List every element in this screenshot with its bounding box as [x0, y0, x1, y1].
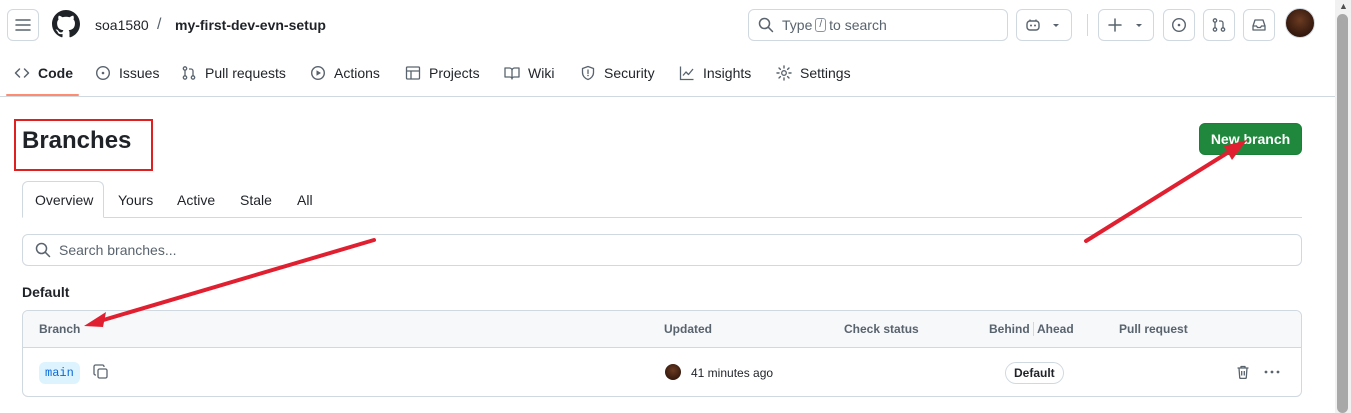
code-icon: [14, 68, 30, 78]
issues-button[interactable]: [1163, 9, 1195, 41]
pull-request-icon: [1212, 18, 1226, 32]
branch-name-link[interactable]: main: [39, 362, 80, 384]
annotation-highlight-box: [14, 119, 153, 171]
breadcrumb-separator: /: [157, 16, 162, 33]
tab-code[interactable]: Code: [14, 62, 73, 84]
search-prefix: Type: [782, 17, 813, 33]
updated-time: 41 minutes ago: [691, 366, 774, 380]
column-check-status: Check status: [844, 322, 919, 336]
branch-search-input[interactable]: Search branches...: [22, 234, 1302, 266]
trash-icon[interactable]: [1235, 364, 1251, 380]
breadcrumb-repo[interactable]: my-first-dev-evn-setup: [175, 16, 326, 34]
search-suffix: to search: [829, 17, 887, 33]
chevron-down-icon: [1053, 24, 1059, 27]
new-branch-button[interactable]: New branch: [1199, 123, 1302, 155]
play-icon: [310, 65, 326, 81]
column-pull-request: Pull request: [1119, 322, 1188, 336]
issue-icon: [1171, 17, 1187, 33]
issue-icon: [95, 65, 111, 81]
pull-requests-button[interactable]: [1203, 9, 1235, 41]
github-logo-icon[interactable]: [52, 10, 80, 38]
header-divider: [1087, 14, 1088, 36]
tab-label: Pull requests: [205, 65, 286, 81]
author-avatar[interactable]: [665, 364, 681, 380]
behind-ahead-separator: [1033, 322, 1034, 336]
graph-icon: [679, 66, 694, 81]
tab-issues[interactable]: Issues: [95, 62, 159, 84]
branch-search-placeholder: Search branches...: [59, 242, 177, 258]
tab-label: Security: [604, 65, 655, 81]
tab-label: Wiki: [528, 65, 555, 81]
copilot-button[interactable]: [1016, 9, 1072, 41]
annotation-arrow-to-new-branch: [1084, 140, 1247, 243]
subtab-active[interactable]: Active: [165, 181, 227, 218]
tab-label: Code: [38, 65, 73, 81]
breadcrumb-owner[interactable]: soa1580: [95, 16, 149, 34]
search-icon: [35, 242, 51, 258]
shield-icon: [581, 65, 595, 81]
inbox-button[interactable]: [1243, 9, 1275, 41]
scrollbar-thumb[interactable]: [1337, 14, 1348, 413]
tab-settings[interactable]: Settings: [776, 62, 851, 84]
column-ahead: Ahead: [1037, 322, 1074, 336]
gear-icon: [776, 65, 792, 81]
kebab-horizontal-icon[interactable]: [1263, 364, 1281, 380]
branches-table: Branch Updated Check status Behind Ahead…: [22, 310, 1302, 397]
inbox-icon: [1252, 19, 1266, 31]
tab-label: Actions: [334, 65, 380, 81]
tab-pull-requests[interactable]: Pull requests: [181, 62, 286, 84]
pull-request-icon: [182, 66, 196, 80]
table-header: Branch Updated Check status Behind Ahead…: [23, 311, 1301, 348]
tab-projects[interactable]: Projects: [405, 62, 480, 84]
column-behind: Behind: [989, 322, 1030, 336]
slash-key-hint: /: [815, 18, 827, 32]
copilot-icon: [1026, 19, 1040, 31]
column-updated: Updated: [664, 322, 712, 336]
hamburger-icon: [15, 19, 31, 31]
subtab-all[interactable]: All: [285, 181, 325, 218]
tab-actions[interactable]: Actions: [310, 62, 380, 84]
table-icon: [405, 66, 421, 80]
chevron-down-icon: [1136, 24, 1142, 27]
default-badge: Default: [1005, 362, 1064, 384]
tab-insights[interactable]: Insights: [679, 62, 751, 84]
tab-wiki[interactable]: Wiki: [504, 62, 554, 84]
subtab-overview[interactable]: Overview: [22, 181, 104, 218]
active-tab-indicator: [6, 94, 79, 96]
tab-security[interactable]: Security: [580, 62, 655, 84]
book-icon: [504, 67, 520, 80]
subtab-yours[interactable]: Yours: [106, 181, 165, 218]
column-branch: Branch: [39, 322, 81, 336]
tab-label: Projects: [429, 65, 480, 81]
tab-label: Issues: [119, 65, 160, 81]
user-avatar[interactable]: [1285, 8, 1315, 38]
plus-icon: [1108, 18, 1122, 32]
section-heading-default: Default: [22, 284, 70, 300]
copy-icon[interactable]: [93, 364, 109, 380]
global-search-input[interactable]: Type / to search: [748, 9, 1008, 41]
scroll-up-arrow-icon[interactable]: ▲: [1339, 1, 1348, 11]
subtab-stale[interactable]: Stale: [228, 181, 284, 218]
menu-button[interactable]: [7, 9, 39, 41]
create-new-button[interactable]: [1098, 9, 1154, 41]
repo-header: soa1580 / my-first-dev-evn-setup Type / …: [0, 0, 1335, 97]
tab-label: Insights: [703, 65, 752, 81]
tab-label: Settings: [800, 65, 851, 81]
search-icon: [758, 17, 774, 33]
